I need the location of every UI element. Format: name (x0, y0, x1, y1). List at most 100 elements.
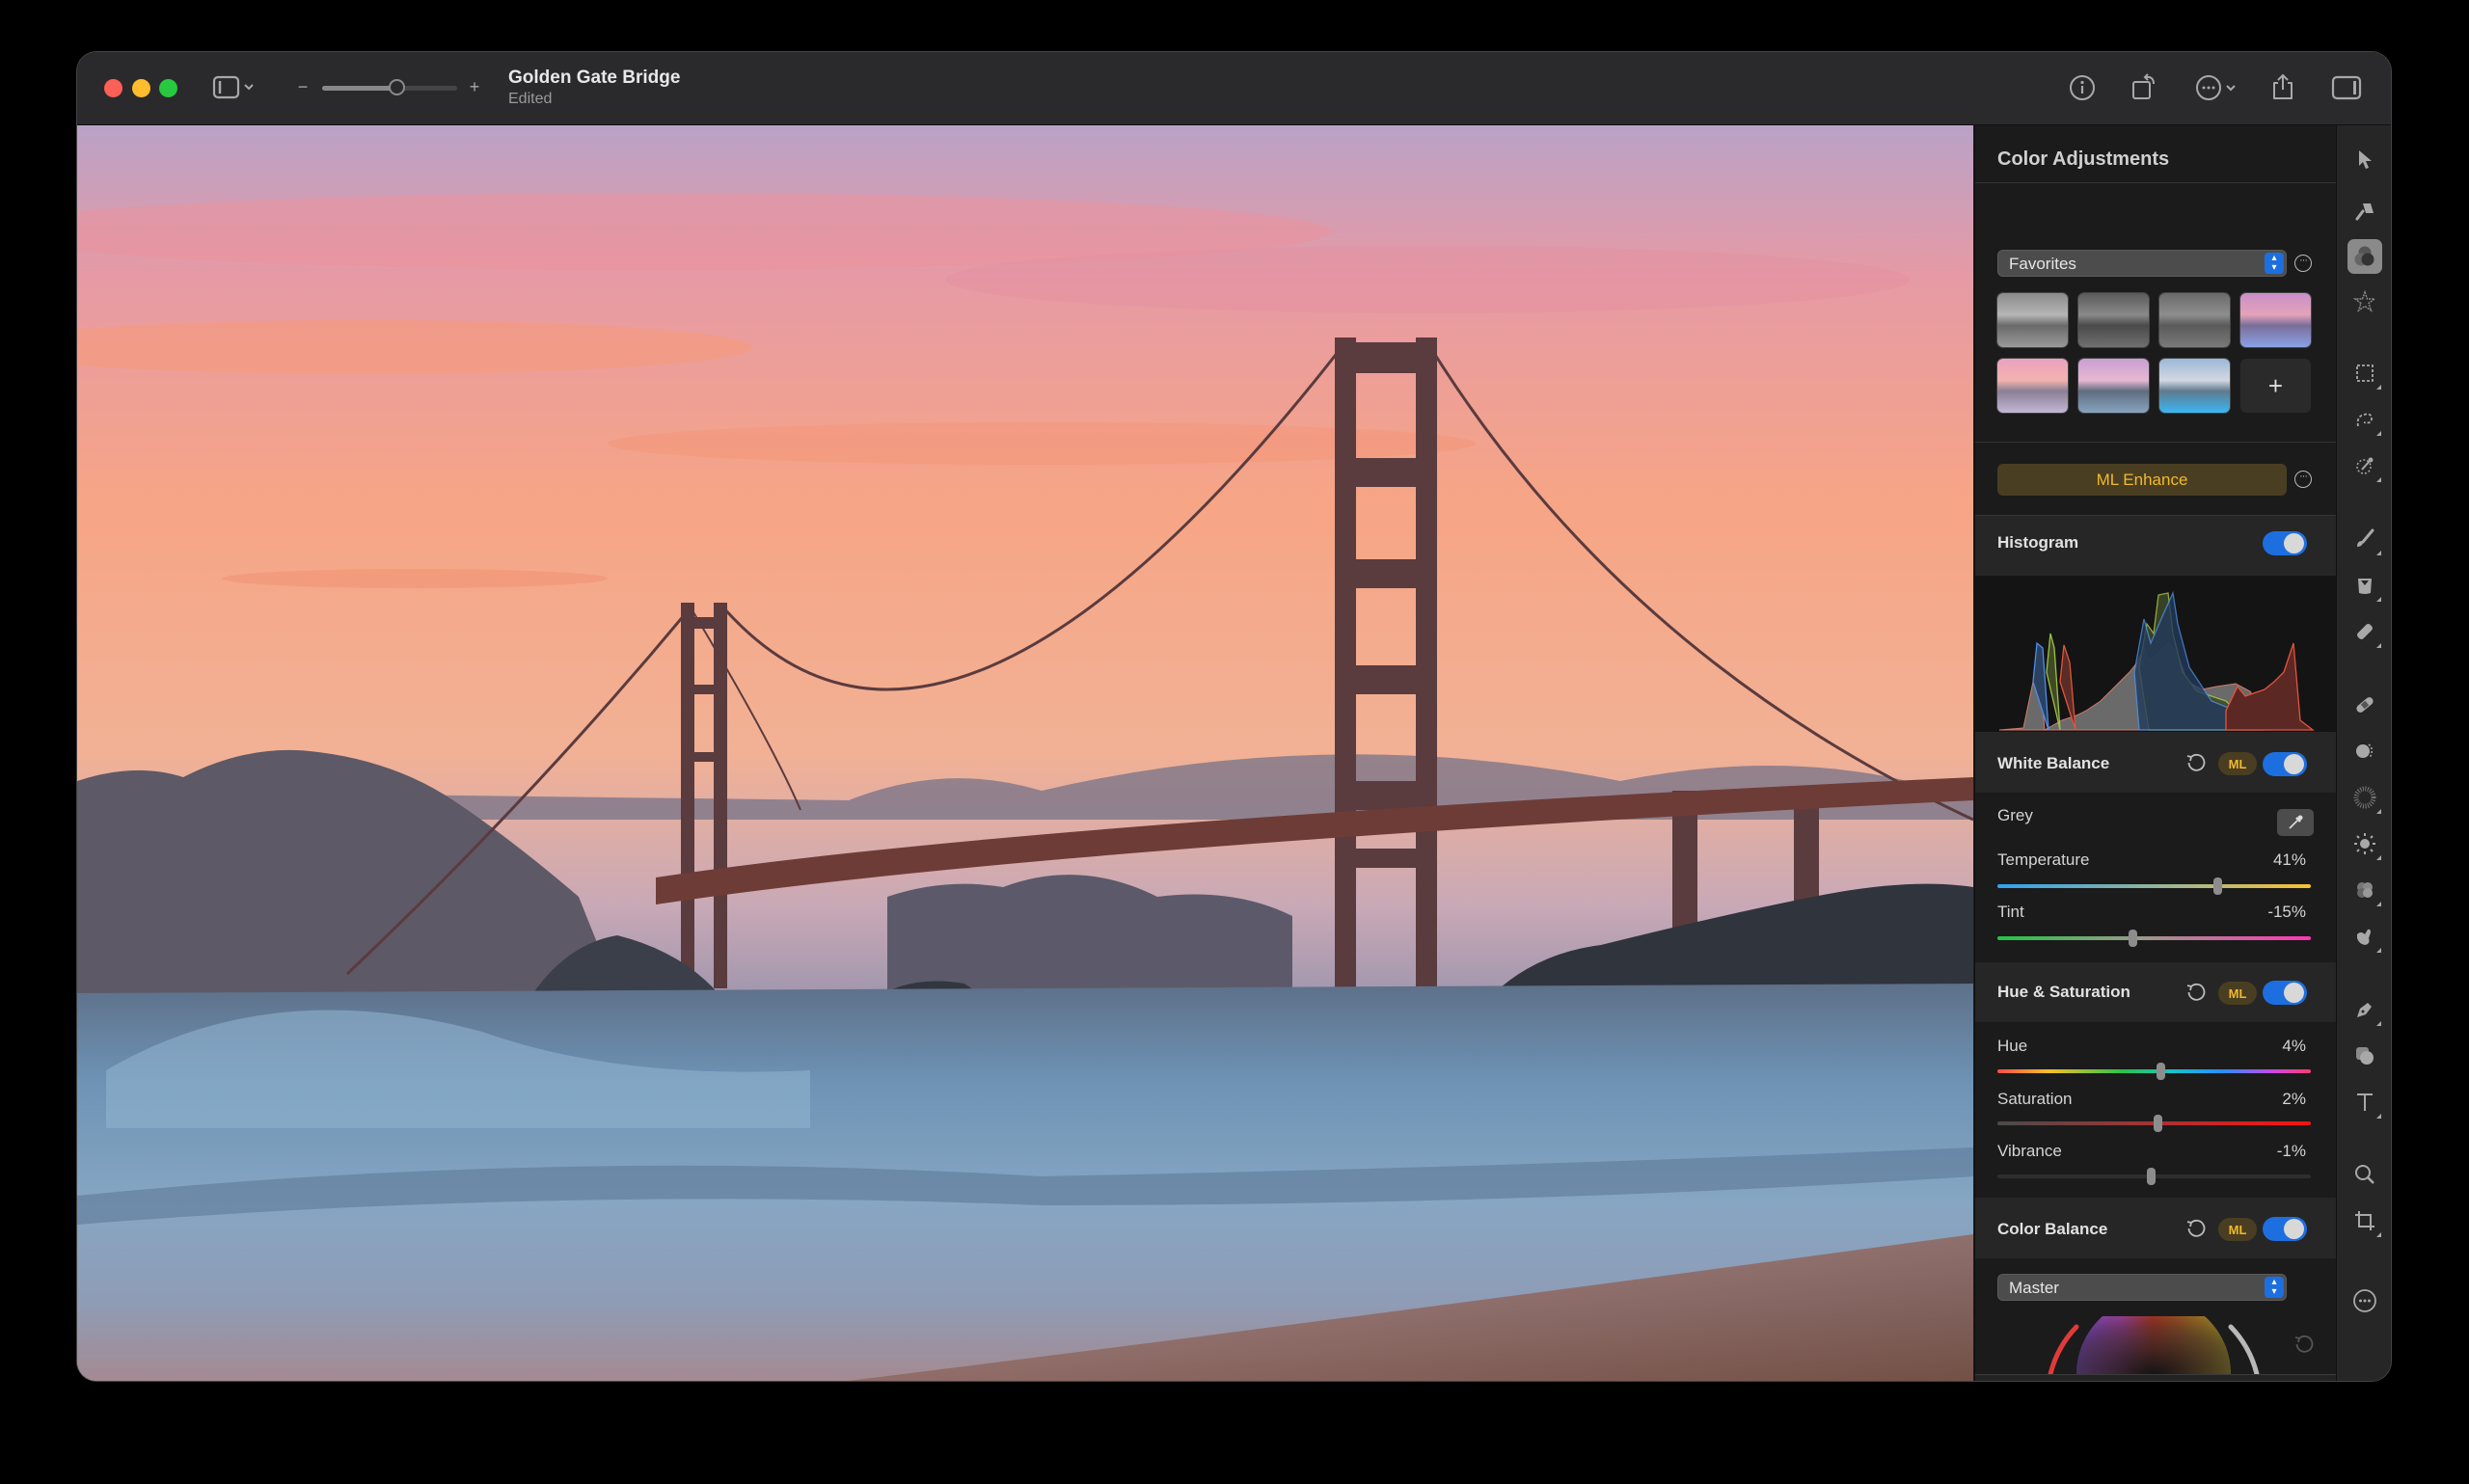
preset-thumbnail[interactable] (2078, 359, 2149, 413)
panel-footer (1975, 1374, 2337, 1381)
color-balance-mode-value: Master (2009, 1279, 2059, 1297)
submenu-indicator-icon (2376, 477, 2381, 482)
repair-tool-button[interactable] (2350, 690, 2379, 719)
smudge-tool-button[interactable] (2350, 922, 2381, 953)
hue-label: Hue (1997, 1037, 2028, 1055)
rectangle-select-tool-button[interactable] (2350, 359, 2381, 390)
vibrance-slider[interactable] (1997, 1168, 2311, 1185)
zoom-slider-knob[interactable] (389, 79, 405, 95)
inspector-toggle-button[interactable] (2330, 74, 2363, 101)
blur-tool-button[interactable] (2350, 783, 2381, 814)
ml-enhance-more-button[interactable]: ··· (2294, 471, 2312, 488)
more-tools-button[interactable] (2350, 1286, 2379, 1315)
color-balance-ml-badge[interactable]: ML (2218, 1218, 2257, 1241)
preset-thumbnail[interactable] (2159, 293, 2230, 347)
tint-slider[interactable] (1997, 930, 2311, 947)
presets-select[interactable]: Favorites ▴ ▾ (1997, 250, 2287, 277)
rotate-icon (2132, 73, 2155, 99)
dodge-burn-tool-button[interactable] (2350, 829, 2381, 860)
share-button[interactable] (2269, 71, 2296, 102)
tint-label: Tint (1997, 903, 2024, 921)
add-preset-button[interactable]: + (2240, 359, 2311, 413)
color-adjustments-tool-button[interactable] (2347, 239, 2382, 274)
clone-stamp-icon (2356, 743, 2374, 759)
white-balance-toggle[interactable] (2263, 752, 2307, 776)
preset-thumbnail[interactable] (2240, 293, 2311, 347)
preset-thumbnail[interactable] (2078, 293, 2149, 347)
sidebar-left-icon (212, 75, 254, 99)
sponge-circles-icon (2357, 882, 2373, 898)
quick-select-tool-button[interactable] (2350, 405, 2381, 436)
zoom-slider[interactable] (322, 79, 457, 95)
paint-bucket-tool-button[interactable] (2350, 571, 2381, 602)
info-icon (2070, 75, 2095, 100)
crop-tool-button[interactable] (2350, 1206, 2381, 1237)
text-tool-button[interactable] (2350, 1088, 2381, 1119)
tint-slider-knob[interactable] (2128, 930, 2137, 947)
hue-saturation-toggle[interactable] (2263, 981, 2307, 1005)
temperature-slider[interactable] (1997, 877, 2311, 895)
color-balance-reset-icon[interactable] (2185, 1218, 2207, 1239)
shapes-tool-button[interactable] (2350, 1041, 2379, 1070)
ml-enhance-button[interactable]: ML Enhance (1997, 464, 2287, 496)
shapes-icon (2356, 1047, 2374, 1065)
preset-thumbnail[interactable] (1997, 359, 2068, 413)
submenu-indicator-icon (2376, 1021, 2381, 1026)
color-wheel[interactable] (2033, 1316, 2274, 1374)
paint-brush-tool-button[interactable] (2350, 525, 2381, 555)
submenu-indicator-icon (2376, 385, 2381, 390)
presets-more-button[interactable]: ··· (2294, 255, 2312, 272)
chevron-updown-icon: ▴ ▾ (2265, 253, 2284, 274)
white-balance-reset-icon[interactable] (2185, 752, 2207, 773)
vibrance-label: Vibrance (1997, 1142, 2062, 1160)
hue-saturation-reset-icon[interactable] (2185, 982, 2207, 1003)
app-window: − + Golden Gate Bridge Edited Color Adju… (77, 52, 2391, 1381)
title-bar: − + Golden Gate Bridge Edited (77, 52, 2391, 125)
preset-thumbnail[interactable] (1997, 293, 2068, 347)
white-balance-title: White Balance (1997, 754, 2110, 772)
color-balance-toggle[interactable] (2263, 1217, 2307, 1241)
minimize-button[interactable] (132, 79, 150, 97)
photo-canvas[interactable] (77, 125, 1973, 1381)
rotate-button[interactable] (2130, 71, 2158, 102)
histogram-toggle[interactable] (2263, 531, 2307, 555)
saturation-slider[interactable] (1997, 1115, 2311, 1132)
fullscreen-button[interactable] (159, 79, 177, 97)
pen-tool-button[interactable] (2350, 995, 2381, 1026)
effects-tool-button[interactable] (2350, 287, 2379, 316)
more-options-button[interactable] (2195, 73, 2243, 102)
hue-slider[interactable] (1997, 1063, 2311, 1080)
select-tool-button[interactable] (2350, 145, 2379, 174)
saturation-slider-knob[interactable] (2153, 1115, 2162, 1132)
color-balance-mode-select[interactable]: Master ▴ ▾ (1997, 1274, 2287, 1301)
submenu-indicator-icon (2376, 809, 2381, 814)
info-button[interactable] (2068, 73, 2097, 102)
clone-tool-button[interactable] (2350, 737, 2379, 766)
sponge-tool-button[interactable] (2350, 876, 2381, 906)
style-brush-tool-button[interactable] (2350, 197, 2379, 226)
eraser-tool-button[interactable] (2350, 617, 2381, 648)
white-balance-ml-badge[interactable]: ML (2218, 752, 2257, 775)
zoom-in-button[interactable]: + (467, 75, 482, 98)
blur-dots-icon (2353, 786, 2376, 809)
vibrance-slider-knob[interactable] (2147, 1168, 2157, 1185)
hue-slider-knob[interactable] (2157, 1063, 2165, 1080)
grey-eyedropper-button[interactable] (2277, 809, 2314, 836)
histogram-title: Histogram (1997, 533, 2079, 552)
zoom-tool-button[interactable] (2350, 1160, 2379, 1189)
eraser-icon (2357, 624, 2373, 639)
star-effects-icon (2353, 290, 2376, 312)
document-title: Golden Gate Bridge (508, 67, 681, 88)
submenu-indicator-icon (2376, 948, 2381, 953)
color-wheel-reset-icon[interactable] (2293, 1334, 2315, 1355)
color-picker-select-icon (2356, 457, 2374, 474)
hue-saturation-title: Hue & Saturation (1997, 983, 2130, 1001)
close-button[interactable] (104, 79, 122, 97)
color-select-tool-button[interactable] (2350, 451, 2381, 482)
zoom-out-button[interactable]: − (295, 75, 311, 98)
temperature-slider-knob[interactable] (2212, 877, 2222, 895)
ellipsis-icon: ··· (2299, 471, 2308, 482)
hue-saturation-ml-badge[interactable]: ML (2218, 982, 2257, 1005)
preset-thumbnail[interactable] (2159, 359, 2230, 413)
sidebar-toggle-button[interactable] (212, 74, 257, 101)
